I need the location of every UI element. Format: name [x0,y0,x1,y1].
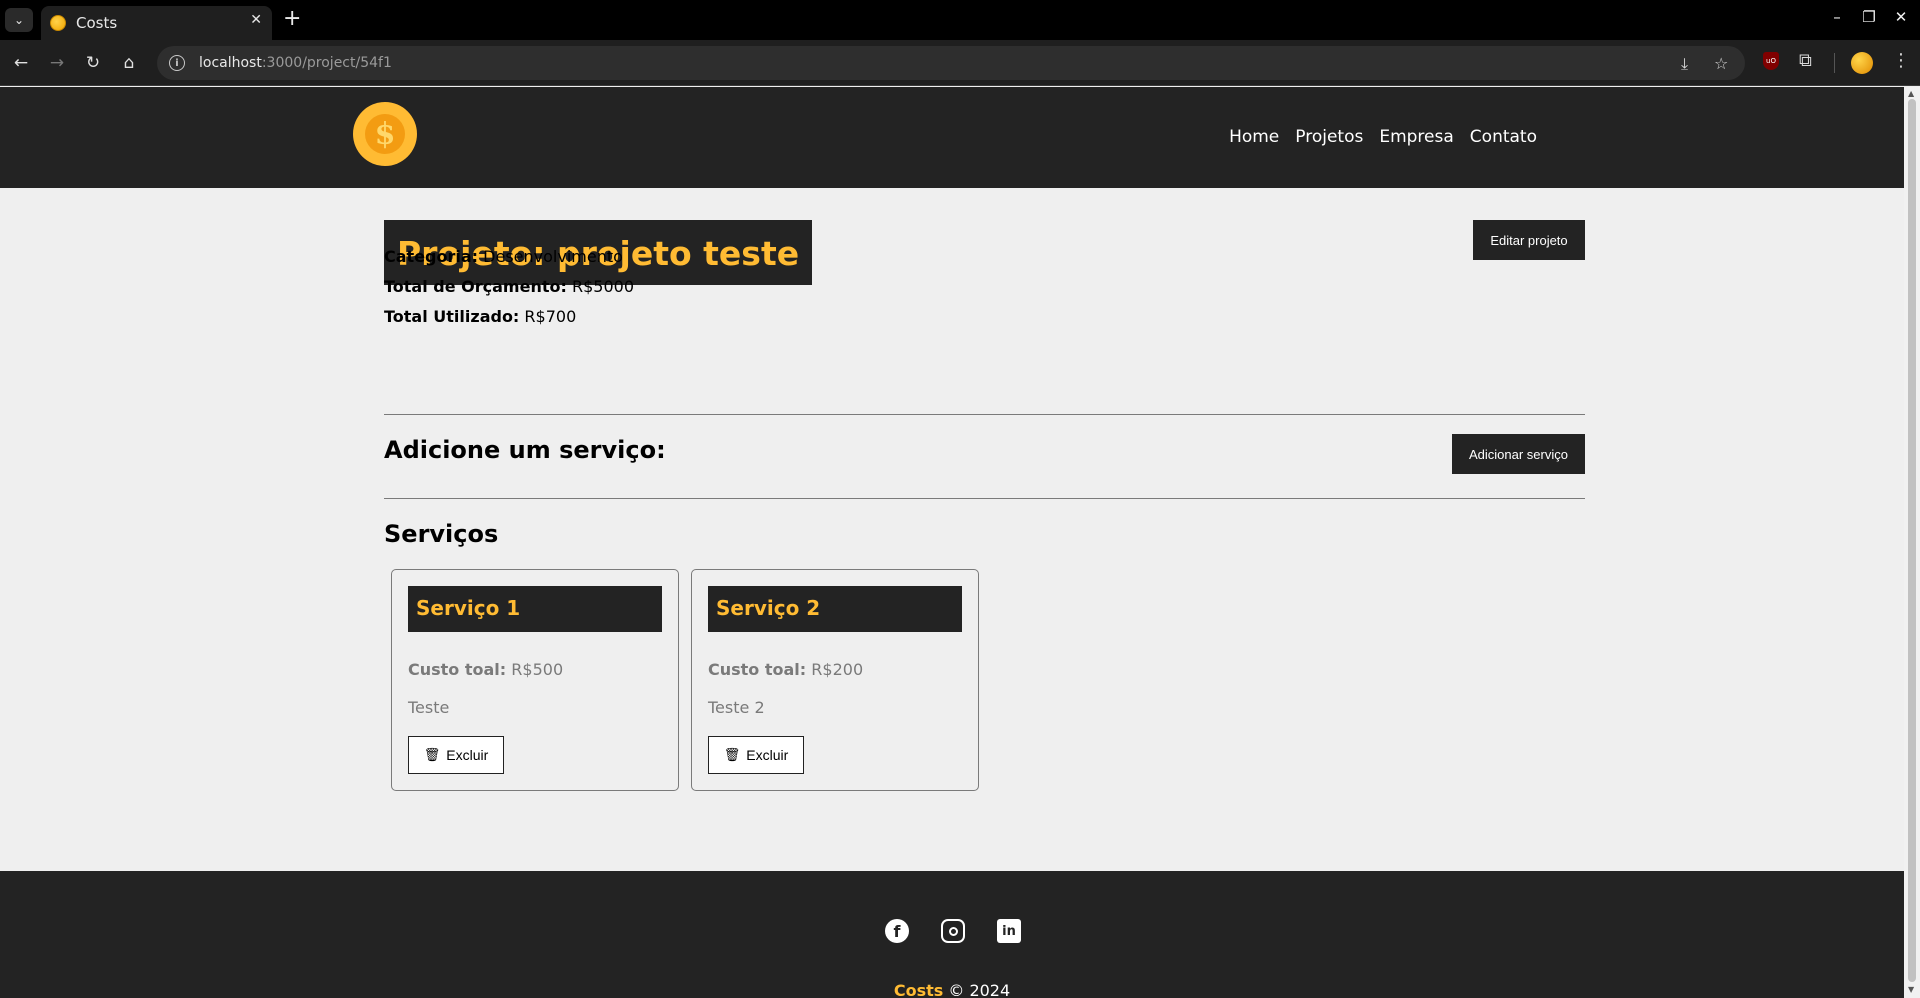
site-header: $ Home Projetos Empresa Contato [0,87,1904,188]
budget-label: Total de Orçamento: [384,277,567,296]
forward-icon[interactable]: → [45,51,69,75]
footer-brand: Costs [893,981,944,998]
divider [384,498,1585,499]
tab-list-button[interactable]: ⌄ [5,8,33,32]
scrollbar-thumb[interactable] [1908,99,1916,982]
bookmark-star-icon[interactable]: ☆ [1714,54,1728,73]
trash-icon: 🗑 [723,747,741,762]
scroll-down-arrow-icon[interactable]: ▼ [1908,985,1914,994]
nav-projetos-link[interactable]: Projetos [1295,127,1363,147]
browser-tab[interactable]: Costs ✕ [41,6,272,40]
install-app-icon[interactable]: ⤓ [1681,54,1688,74]
restore-button[interactable]: ❐ [1857,8,1881,26]
edit-project-button[interactable]: Editar projeto [1473,220,1585,260]
facebook-icon[interactable]: f [885,919,909,943]
browser-menu-icon[interactable]: ⋮ [1892,50,1910,71]
budget-value: R$5000 [571,277,634,296]
divider [384,414,1585,415]
service-name: Serviço 2 [708,586,962,632]
url-path: :3000/project/54f1 [261,55,392,71]
url-text[interactable]: localhost:3000/project/54f1 [199,55,392,71]
main-nav: Home Projetos Empresa Contato [1229,127,1537,147]
delete-label: Excluir [746,747,789,763]
nav-home-link[interactable]: Home [1229,127,1279,147]
costs-logo[interactable]: $ [353,102,417,166]
nav-contato-link[interactable]: Contato [1470,127,1537,147]
dollar-coin-icon: $ [365,114,405,154]
site-footer: f in Costs © 2024 [0,871,1904,998]
profile-avatar[interactable] [1851,52,1873,74]
ublock-extension-icon[interactable]: uO [1763,52,1779,70]
page-scrollbar[interactable]: ▲ ▼ [1904,87,1920,998]
used-label: Total Utilizado: [384,307,520,326]
add-service-button[interactable]: Adicionar serviço [1452,434,1585,474]
service-name: Serviço 1 [408,586,662,632]
reload-icon[interactable]: ↻ [81,51,105,75]
site-info-icon[interactable]: i [169,55,185,71]
coin-favicon-icon [50,15,66,31]
tab-title: Costs [76,14,118,32]
extensions-puzzle-icon[interactable]: ⧉ [1799,50,1812,71]
url-host: localhost [199,55,262,71]
service-cost-value: R$500 [511,660,564,679]
used-value: R$700 [524,307,577,326]
service-description: Teste [408,698,450,717]
category-value: Desenvolvimento [483,247,623,266]
delete-service-button[interactable]: 🗑 Excluir [708,736,804,774]
category-line: Categoria: Desenvolvimento [384,247,623,266]
home-icon[interactable]: ⌂ [117,51,141,75]
close-window-button[interactable]: ✕ [1889,8,1913,26]
copyright-year: © 2024 [948,981,1011,998]
browser-toolbar: ← → ↻ ⌂ i localhost:3000/project/54f1 ⤓ … [0,40,1920,86]
address-bar[interactable]: i localhost:3000/project/54f1 ⤓ ☆ [157,46,1745,80]
add-service-title: Adicione um serviço: [384,436,666,464]
budget-line: Total de Orçamento: R$5000 [384,277,634,296]
nav-empresa-link[interactable]: Empresa [1379,127,1453,147]
new-tab-button[interactable]: + [283,6,301,31]
delete-label: Excluir [446,747,489,763]
toolbar-separator [1834,53,1835,73]
delete-service-button[interactable]: 🗑 Excluir [408,736,504,774]
instagram-lens [948,926,958,936]
browser-tab-bar: ⌄ Costs ✕ + – ❐ ✕ [0,0,1920,40]
trash-icon: 🗑 [423,747,441,762]
used-line: Total Utilizado: R$700 [384,307,576,326]
minimize-button[interactable]: – [1825,8,1849,26]
service-description: Teste 2 [708,698,765,717]
category-label: Categoria: [384,247,479,266]
scroll-up-arrow-icon[interactable]: ▲ [1908,89,1914,98]
back-icon[interactable]: ← [9,51,33,75]
instagram-icon[interactable] [941,919,965,943]
service-card: Serviço 1 Custo toal: R$500 Teste 🗑 Excl… [391,569,679,791]
copyright: Costs © 2024 [0,981,1904,998]
service-cost-label: Custo toal: [708,660,807,679]
service-card: Serviço 2 Custo toal: R$200 Teste 2 🗑 Ex… [691,569,979,791]
linkedin-icon[interactable]: in [997,919,1021,943]
service-cost-label: Custo toal: [408,660,507,679]
tab-close-icon[interactable]: ✕ [250,12,262,28]
service-cost: Custo toal: R$500 [408,660,563,679]
service-cost: Custo toal: R$200 [708,660,863,679]
service-cost-value: R$200 [811,660,864,679]
services-title: Serviços [384,520,499,548]
